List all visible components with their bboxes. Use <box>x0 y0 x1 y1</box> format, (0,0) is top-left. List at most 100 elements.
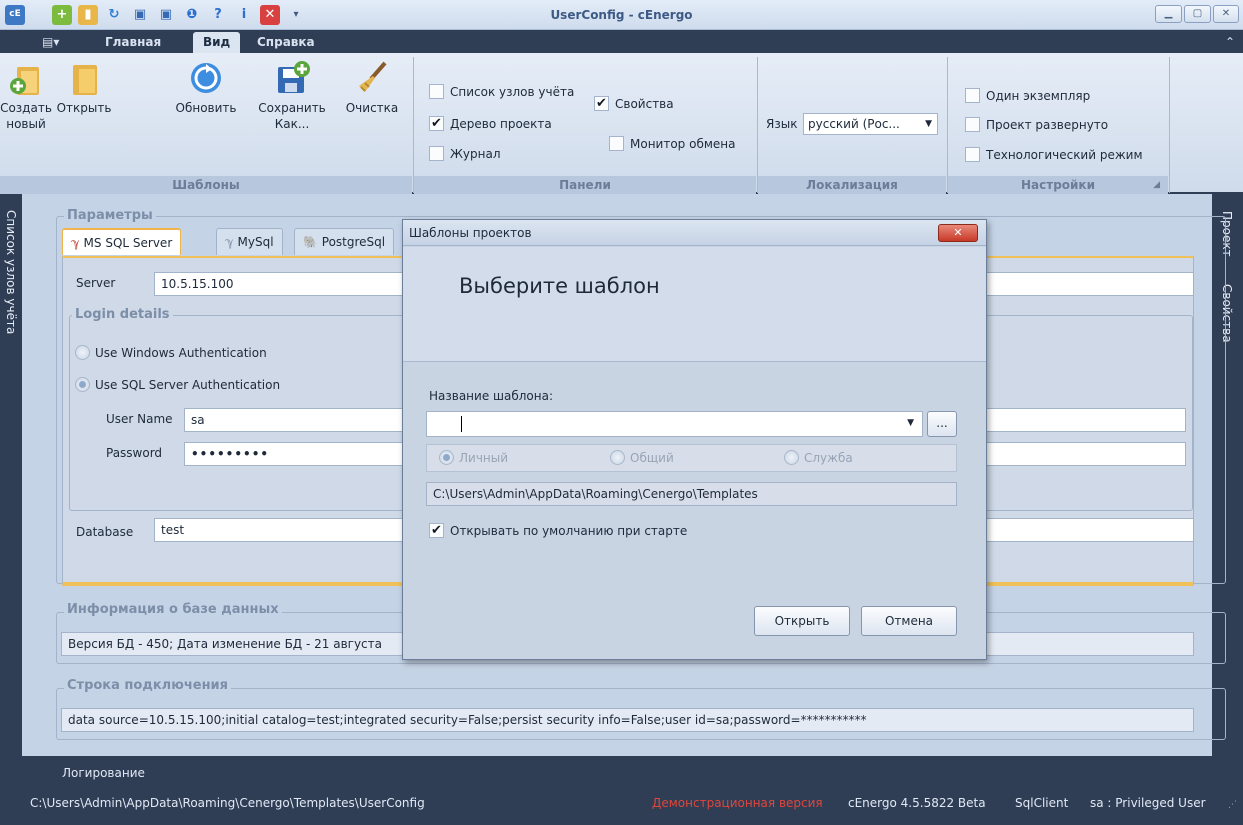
group-label-panels: Панели <box>414 176 756 194</box>
group-separator <box>947 57 948 193</box>
radio-service[interactable]: Служба <box>784 449 853 467</box>
dialog-divider <box>403 361 986 362</box>
browse-button[interactable]: ... <box>927 411 957 437</box>
checkbox-exchange-monitor[interactable]: Монитор обмена <box>609 135 735 153</box>
app-menu-button[interactable]: ▤▾ <box>32 32 69 53</box>
db-tabs: ℽ MS SQL Server ℽ MySql 🐘 PostgreSql <box>62 228 442 256</box>
checkbox-open-default[interactable]: ✔ Открывать по умолчанию при старте <box>429 522 687 540</box>
open-template-button[interactable]: Открыть <box>754 606 850 636</box>
group-label-templates: Шаблоны <box>0 176 412 194</box>
params-title: Параметры <box>64 208 156 223</box>
checkbox-box <box>965 117 980 132</box>
ribbon: Создать новый Открыть Обновить Сохранить… <box>0 53 1243 194</box>
user-label: sa : Privileged User <box>1090 796 1206 810</box>
radio-circle <box>75 345 90 360</box>
tab-home[interactable]: Главная <box>95 32 171 53</box>
checkbox-box <box>429 146 444 161</box>
group-separator <box>413 57 414 193</box>
dialog-launcher-icon[interactable]: ◢ <box>1153 176 1160 194</box>
refresh-button[interactable]: Обновить <box>170 59 242 116</box>
status-bar: Логирование C:\Users\Admin\AppData\Roami… <box>0 756 1243 825</box>
tab-postgresql[interactable]: 🐘 PostgreSql <box>294 228 395 255</box>
maximize-button[interactable]: ▢ <box>1184 5 1211 23</box>
checkbox-journal[interactable]: Журнал <box>429 145 501 163</box>
mysql-icon: ℽ <box>225 235 238 249</box>
group-label-settings: Настройки ◢ <box>948 176 1168 194</box>
title-bar: cE + ▮ ↻ ▣ ▣ ❶ ? i ✕ ▾ UserConfig - cEne… <box>0 0 1243 30</box>
create-new-button[interactable]: Создать новый <box>0 59 52 132</box>
group-separator <box>1169 57 1170 193</box>
radio-sql-auth[interactable]: Use SQL Server Authentication <box>75 376 280 394</box>
refresh-icon <box>187 59 225 97</box>
group-separator <box>757 57 758 193</box>
ribbon-tab-bar: ▤▾ Главная Вид Справка ⌃ <box>0 30 1243 53</box>
text-caret <box>461 416 462 432</box>
mssql-icon: ℽ <box>71 236 84 250</box>
connection-title: Строка подключения <box>64 678 232 693</box>
connection-string-field[interactable]: data source=10.5.15.100;initial catalog=… <box>61 708 1194 732</box>
logging-label[interactable]: Логирование <box>62 766 145 780</box>
template-path-field: C:\Users\Admin\AppData\Roaming\Cenergo\T… <box>426 482 957 506</box>
dialog-header: Выберите шаблон <box>403 247 986 361</box>
template-name-combo[interactable]: ▼ <box>426 411 923 437</box>
chevron-down-icon: ▼ <box>925 119 932 129</box>
open-folder-icon <box>65 59 103 97</box>
resize-grip-icon[interactable]: ⋰ <box>1228 800 1237 810</box>
dialog-titlebar: Шаблоны проектов ✕ <box>403 220 986 246</box>
checkbox-box <box>429 84 444 99</box>
checkbox-tech-mode[interactable]: Технологический режим <box>965 146 1143 164</box>
group-label-localization: Локализация <box>758 176 946 194</box>
open-button[interactable]: Открыть <box>56 59 112 116</box>
radio-circle <box>610 450 625 465</box>
dialog-close-button[interactable]: ✕ <box>938 224 978 242</box>
save-as-button[interactable]: Сохранить Как... <box>252 59 332 132</box>
broom-icon <box>353 59 391 97</box>
demo-version-label: Демонстрационная версия <box>652 796 823 810</box>
sidebar-tab-nodes-list[interactable]: Список узлов учёта <box>4 210 18 334</box>
radio-shared[interactable]: Общий <box>610 449 674 467</box>
collapse-ribbon-icon[interactable]: ⌃ <box>1215 32 1243 53</box>
radio-windows-auth[interactable]: Use Windows Authentication <box>75 344 267 362</box>
checkbox-single-instance[interactable]: Один экземпляр <box>965 87 1090 105</box>
radio-circle <box>75 377 90 392</box>
client-label: SqlClient <box>1015 796 1069 810</box>
new-folder-icon <box>7 59 45 97</box>
postgresql-icon: 🐘 <box>303 235 322 249</box>
dialog-title: Шаблоны проектов <box>409 226 532 240</box>
radio-circle <box>784 450 799 465</box>
left-sidebar: Список узлов учёта <box>0 194 22 756</box>
checkmark-icon: ✔ <box>594 96 609 111</box>
cancel-button[interactable]: Отмена <box>861 606 957 636</box>
checkbox-project-expanded[interactable]: Проект развернуто <box>965 116 1108 134</box>
checkmark-icon: ✔ <box>429 523 444 538</box>
templates-dialog: Шаблоны проектов ✕ Выберите шаблон Назва… <box>402 219 987 660</box>
login-title: Login details <box>72 307 173 322</box>
scope-options: Личный Общий Служба <box>426 444 957 472</box>
tab-view[interactable]: Вид <box>193 32 241 53</box>
clean-button[interactable]: Очистка <box>338 59 406 116</box>
tab-help[interactable]: Справка <box>247 32 325 53</box>
template-name-label: Название шаблона: <box>429 389 554 403</box>
dialog-heading: Выберите шаблон <box>459 274 660 298</box>
checkbox-nodes-list[interactable]: Список узлов учёта <box>429 83 574 101</box>
language-label: Язык <box>766 117 798 131</box>
database-label: Database <box>76 525 134 539</box>
server-label: Server <box>76 276 116 290</box>
checkbox-box <box>965 88 980 103</box>
close-button[interactable]: ✕ <box>1213 5 1239 23</box>
password-label: Password <box>106 446 163 460</box>
checkmark-icon: ✔ <box>429 116 444 131</box>
status-path: C:\Users\Admin\AppData\Roaming\Cenergo\T… <box>30 796 425 810</box>
radio-personal[interactable]: Личный <box>439 449 508 467</box>
window-title: UserConfig - cEnergo <box>550 8 693 22</box>
db-info-title: Информация о базе данных <box>64 602 282 617</box>
tab-mysql[interactable]: ℽ MySql <box>216 228 283 255</box>
version-label: cEnergo 4.5.5822 Beta <box>848 796 986 810</box>
tab-mssql[interactable]: ℽ MS SQL Server <box>62 228 182 255</box>
checkbox-project-tree[interactable]: ✔ Дерево проекта <box>429 115 552 133</box>
language-select[interactable]: русский (Рос... ▼ <box>803 113 938 135</box>
checkbox-box <box>965 147 980 162</box>
checkbox-properties[interactable]: ✔ Свойства <box>594 95 674 113</box>
minimize-button[interactable]: ▁ <box>1155 5 1182 23</box>
username-label: User Name <box>106 412 173 426</box>
